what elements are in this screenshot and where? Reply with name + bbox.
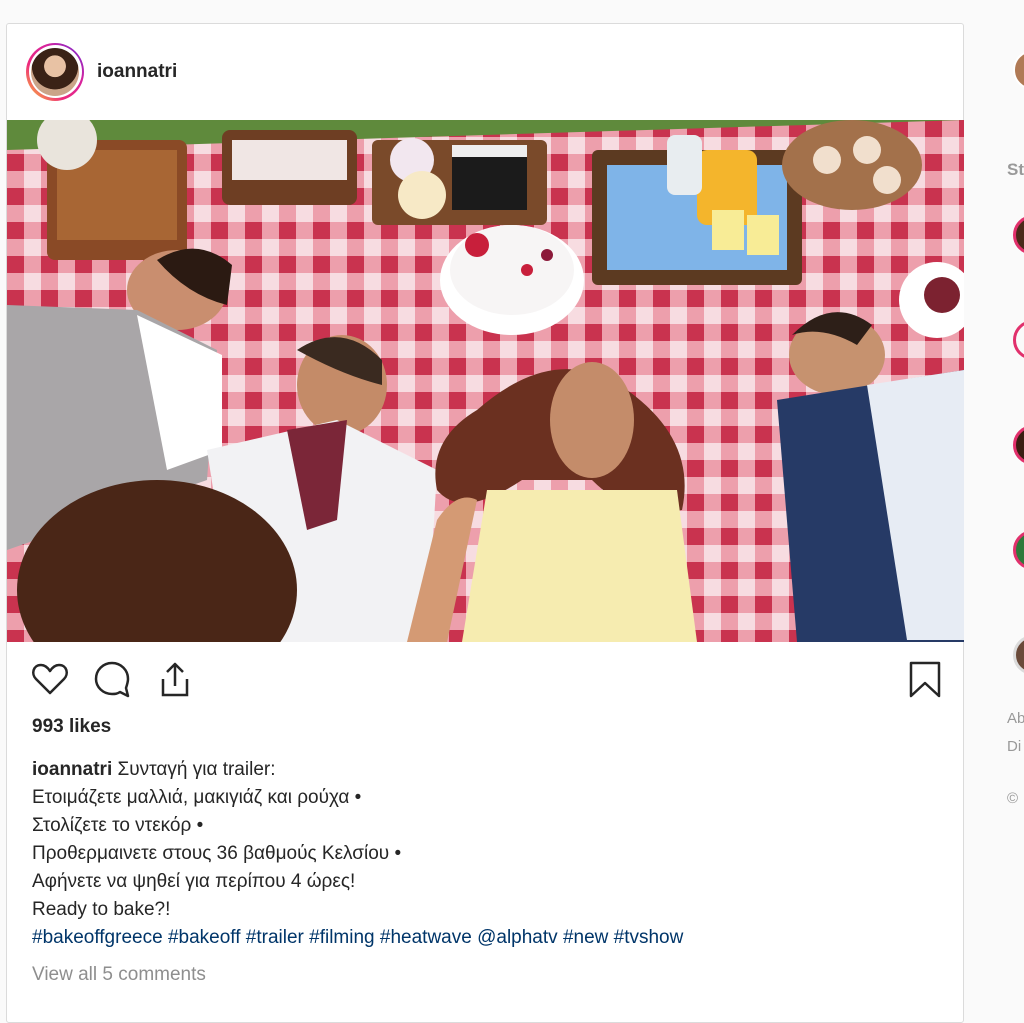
caption-line: Προθερμαινετε στους 36 βαθμούς Κελσίου •: [32, 843, 402, 864]
caption-line: Στολίζετε το ντεκόρ •: [32, 815, 204, 836]
caption-line: Ready to bake?!: [32, 899, 171, 920]
share-icon: [161, 662, 189, 697]
caption-line: Αφήνετε να ψηθεί για περίπου 4 ώρες!: [32, 871, 356, 892]
hashtag-link[interactable]: #new: [563, 927, 608, 948]
caption: ioannatri Συνταγή για trailer: Ετοιμάζετ…: [32, 756, 932, 952]
author-username[interactable]: ioannatri: [97, 61, 177, 83]
footer-link[interactable]: Di: [1007, 738, 1021, 755]
post-header: ioannatri: [7, 24, 963, 119]
like-button[interactable]: [30, 659, 70, 704]
action-bar: [7, 659, 964, 709]
profile-avatar[interactable]: [1013, 50, 1024, 90]
hashtag-link[interactable]: #trailer: [246, 927, 304, 948]
copyright: ©: [1007, 790, 1019, 807]
caption-line: Ετοιμάζετε μαλλιά, μακιγιάζ και ρούχα •: [32, 787, 362, 808]
post-card: ioannatri 993 likes ioannatri Συνταγή γι…: [6, 23, 964, 1023]
story-avatar[interactable]: [1013, 320, 1024, 360]
story-avatar[interactable]: [1013, 530, 1024, 570]
likes-count[interactable]: 993 likes: [32, 716, 111, 738]
caption-line: Συνταγή για trailer:: [117, 759, 276, 780]
hashtags: #bakeoffgreece #bakeoff #trailer #filmin…: [32, 924, 932, 952]
stories-label: St: [1007, 160, 1024, 179]
hashtag-link[interactable]: #bakeoffgreece: [32, 927, 163, 948]
bookmark-icon: [909, 661, 941, 698]
footer-link[interactable]: Ab: [1007, 710, 1024, 727]
comment-button[interactable]: [92, 659, 132, 704]
view-all-comments-link[interactable]: View all 5 comments: [32, 964, 206, 986]
hashtag-link[interactable]: #heatwave: [380, 927, 472, 948]
avatar-image: [31, 47, 79, 96]
share-button[interactable]: [155, 659, 195, 704]
post-photo[interactable]: [7, 120, 964, 642]
story-avatar[interactable]: [1013, 215, 1024, 255]
hashtag-link[interactable]: #bakeoff: [168, 927, 241, 948]
heart-icon: [32, 663, 68, 695]
comment-icon: [94, 661, 130, 698]
bookmark-button[interactable]: [905, 659, 945, 704]
story-avatar[interactable]: [1013, 425, 1024, 465]
hashtag-link[interactable]: #filming: [309, 927, 374, 948]
author-avatar[interactable]: [26, 42, 84, 101]
photo-illustration: [7, 120, 964, 642]
caption-username[interactable]: ioannatri: [32, 759, 112, 780]
sidebar: St Ab Di ©: [1003, 0, 1024, 1007]
story-avatar[interactable]: [1013, 635, 1024, 675]
hashtag-link[interactable]: #tvshow: [614, 927, 684, 948]
mention-link[interactable]: @alphatv: [477, 927, 558, 948]
